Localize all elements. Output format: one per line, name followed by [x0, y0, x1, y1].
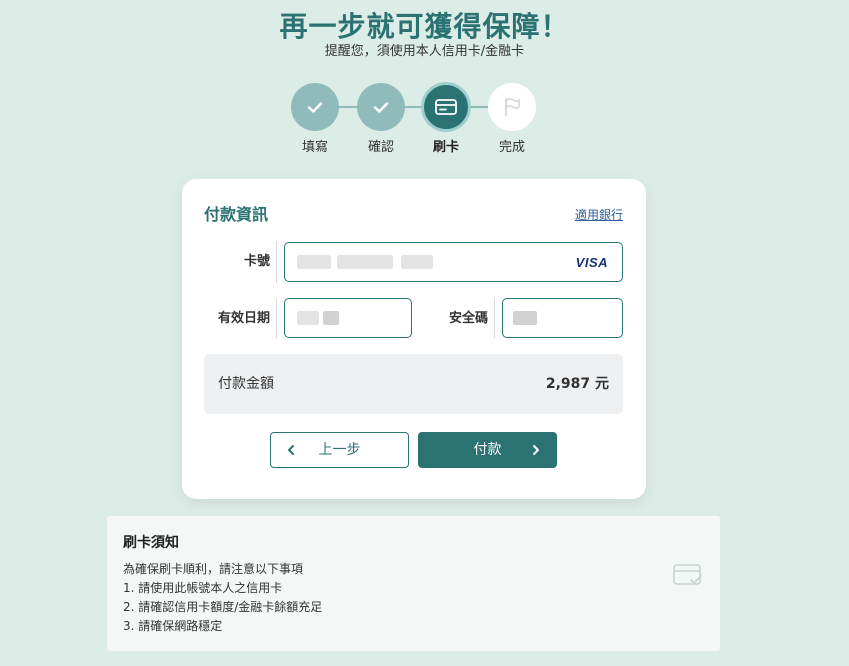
- supported-banks-link[interactable]: 適用銀行: [575, 207, 623, 223]
- masked-digits: [297, 311, 319, 325]
- cvv-label: 安全碼: [448, 311, 488, 326]
- notice-item: 1. 請使用此帳號本人之信用卡: [123, 581, 283, 595]
- step-connector: [471, 106, 488, 108]
- expiry-input[interactable]: [284, 298, 412, 338]
- card-number-label: 卡號: [243, 254, 270, 269]
- amount-box: 付款金額 2,987 元: [204, 354, 623, 414]
- step-fill-circle: [291, 83, 339, 131]
- masked-digits: [337, 255, 393, 269]
- expiry-label: 有效日期: [217, 311, 270, 326]
- payment-info-title: 付款資訊: [204, 205, 269, 224]
- step-label-confirm: 確認: [367, 140, 394, 155]
- card-check-icon: [673, 564, 702, 585]
- page-title: 再一步就可獲得保障！: [279, 10, 570, 43]
- card-number-input[interactable]: VISA: [284, 242, 623, 282]
- masked-digits: [323, 311, 339, 325]
- pay-button[interactable]: 付款: [418, 432, 557, 468]
- step-done-circle: [488, 83, 536, 131]
- check-icon: [373, 102, 389, 113]
- cvv-input[interactable]: [502, 298, 623, 338]
- label-divider: [276, 298, 277, 338]
- card-notice: 刷卡須知 為確保刷卡順利，請注意以下事項 1. 請使用此帳號本人之信用卡 2. …: [106, 515, 721, 652]
- amount-value: 2,987 元: [545, 376, 609, 392]
- chevron-left-icon: [288, 445, 294, 455]
- step-connector: [339, 106, 357, 108]
- chevron-right-icon: [533, 445, 539, 455]
- label-divider: [494, 298, 495, 338]
- step-confirm-circle: [357, 83, 405, 131]
- step-label-card: 刷卡: [432, 140, 459, 155]
- step-card-circle: [421, 82, 471, 132]
- back-button[interactable]: 上一步: [270, 432, 409, 468]
- label-divider: [276, 241, 277, 283]
- page-subtitle: 提醒您，須使用本人信用卡/金融卡: [324, 44, 525, 59]
- notice-item: 3. 請確保網路穩定: [123, 619, 223, 633]
- amount-label: 付款金額: [218, 376, 274, 392]
- masked-digits: [401, 255, 433, 269]
- step-connector: [405, 106, 421, 108]
- step-label-complete: 完成: [498, 140, 525, 155]
- pay-button-label: 付款: [473, 442, 502, 458]
- back-button-label: 上一步: [318, 442, 361, 458]
- payment-card: 付款資訊 適用銀行 卡號 VISA 有效日期 安全碼 付款金額 2,987 元: [182, 179, 646, 499]
- notice-title: 刷卡須知: [123, 535, 179, 551]
- credit-card-icon: [435, 99, 457, 115]
- visa-logo: VISA: [575, 255, 608, 270]
- notice-item: 2. 請確認信用卡額度/金融卡餘額充足: [123, 600, 323, 614]
- masked-digits: [297, 255, 331, 269]
- step-label-fill: 填寫: [301, 140, 328, 155]
- check-icon: [307, 102, 323, 113]
- flag-icon: [505, 98, 520, 116]
- notice-intro: 為確保刷卡順利，請注意以下事項: [123, 562, 304, 576]
- payment-page: 再一步就可獲得保障！ 提醒您，須使用本人信用卡/金融卡 填寫 確認 刷卡 完成 …: [0, 0, 849, 666]
- masked-digits: [513, 311, 537, 325]
